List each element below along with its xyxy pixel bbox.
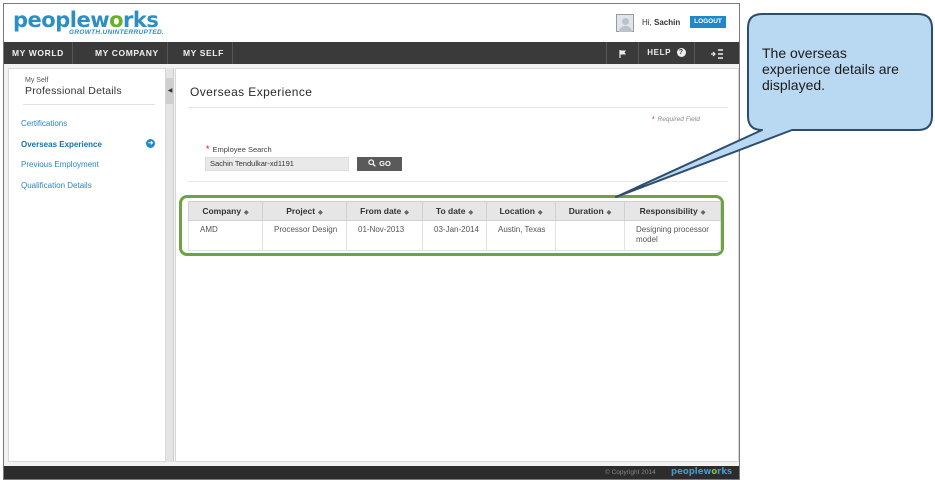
sidebar-item-overseas-experience[interactable]: Overseas Experience — [21, 140, 102, 149]
arrow-right-circle-icon: ➜ — [146, 139, 155, 148]
cell-duration — [555, 220, 625, 251]
column-header-duration[interactable]: Duration ◆ — [555, 201, 625, 221]
main-nav: MY WORLD MY COMPANY MY SELF HELP ? — [4, 42, 739, 64]
page-title: Overseas Experience — [190, 85, 313, 99]
required-field-note: * Required Field — [652, 116, 700, 123]
sidebar-subtitle: My Self — [25, 77, 49, 84]
sort-icon: ◆ — [606, 210, 612, 216]
nav-my-world[interactable]: MY WORLD — [4, 42, 73, 64]
column-header-to-date[interactable]: To date ◆ — [422, 201, 487, 221]
callout-text: The overseas experience details are disp… — [762, 45, 899, 93]
user-name: Sachin — [654, 18, 681, 27]
search-icon — [368, 159, 376, 167]
overseas-experience-table: Company ◆ Project ◆ From date ◆ To date ◆ Lo… — [188, 201, 721, 251]
user-greeting: Hi, Sachin — [642, 18, 681, 27]
sort-icon: ◆ — [700, 210, 706, 216]
cell-company: AMD — [188, 220, 263, 251]
help-label: HELP — [647, 48, 671, 57]
avatar[interactable] — [616, 14, 634, 32]
column-header-from-date[interactable]: From date ◆ — [346, 201, 423, 221]
sidebar: My Self Professional Details Certificati… — [8, 68, 166, 462]
sort-icon: ◆ — [468, 210, 474, 216]
sidebar-item-certifications[interactable]: Certifications — [21, 119, 67, 128]
cell-from-date: 01-Nov-2013 — [346, 220, 423, 251]
sort-icon: ◆ — [318, 210, 323, 216]
employee-search-label: * Employee Search — [206, 144, 272, 154]
sidebar-collapse-handle[interactable]: ◀ — [166, 68, 174, 462]
column-header-project[interactable]: Project ◆ — [262, 201, 347, 221]
cell-to-date: 03-Jan-2014 — [422, 220, 487, 251]
sidebar-divider — [23, 104, 155, 105]
peopleworks-logo[interactable]: peopleworks GROWTH.UNINTERRUPTED. — [13, 8, 193, 38]
column-header-location[interactable]: Location ◆ — [486, 201, 556, 221]
sort-icon: ◆ — [537, 210, 543, 216]
avatar-body-shape — [619, 26, 632, 32]
nav-my-company[interactable]: MY COMPANY — [87, 42, 168, 64]
help-button[interactable]: HELP ? — [638, 42, 694, 64]
app-footer: © Copyright 2014 peopleworks — [4, 466, 739, 479]
footer-logo: peopleworks — [671, 467, 733, 477]
flag-icon[interactable] — [606, 42, 638, 64]
sidebar-toggle-icon[interactable] — [694, 42, 739, 64]
overseas-experience-table-highlight: Company ◆ Project ◆ From date ◆ To date ◆ Lo… — [179, 195, 724, 256]
avatar-head-shape — [622, 18, 629, 25]
sidebar-item-qualification-details[interactable]: Qualification Details — [21, 181, 92, 190]
section-divider — [188, 181, 728, 182]
employee-search-input[interactable]: Sachin Tendulkar-xd1191 — [205, 157, 349, 171]
cell-responsibility: Designing processor model — [624, 220, 721, 251]
cell-location: Austin, Texas — [486, 220, 556, 251]
main-content: Overseas Experience * Required Field * Emp… — [175, 68, 739, 462]
sort-icon: ◆ — [244, 210, 249, 216]
sidebar-item-previous-employment[interactable]: Previous Employment — [21, 160, 99, 169]
sort-icon: ◆ — [404, 210, 409, 216]
go-button[interactable]: GO — [357, 157, 402, 171]
app-header: peopleworks GROWTH.UNINTERRUPTED. Hi, Sa… — [4, 4, 739, 42]
nav-my-self[interactable]: MY SELF — [175, 42, 233, 64]
cell-project: Processor Design — [262, 220, 347, 251]
column-header-company[interactable]: Company ◆ — [188, 201, 263, 221]
sidebar-title: Professional Details — [25, 85, 122, 97]
question-circle-icon: ? — [676, 48, 686, 58]
table-row[interactable]: AMD Processor Design 01-Nov-2013 03-Jan-… — [188, 220, 721, 251]
logout-button[interactable]: LOGOUT — [690, 16, 726, 28]
copyright-text: © Copyright 2014 — [605, 469, 656, 476]
column-header-responsibility[interactable]: Responsibility ◆ — [624, 201, 721, 221]
title-divider — [188, 107, 728, 108]
table-header-row: Company ◆ Project ◆ From date ◆ To date ◆ Lo… — [188, 201, 721, 221]
logo-tagline: GROWTH.UNINTERRUPTED. — [69, 29, 165, 36]
chevron-left-icon[interactable]: ◀ — [166, 78, 174, 104]
